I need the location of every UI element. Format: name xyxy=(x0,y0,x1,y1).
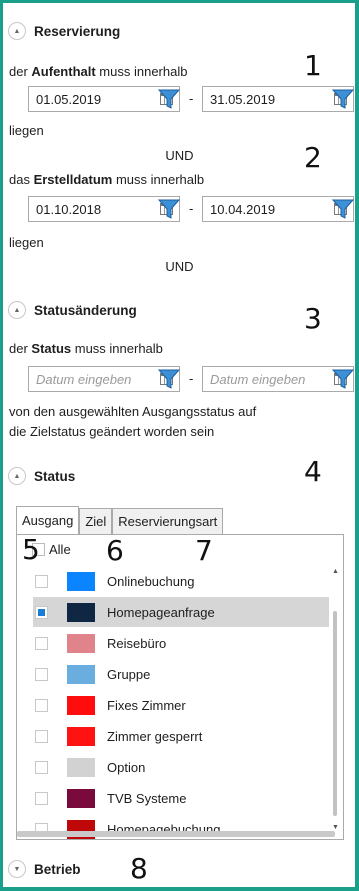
status-item-label: Onlinebuchung xyxy=(107,573,195,589)
annotation-4: 4 xyxy=(304,455,322,488)
tab-ausgang[interactable]: Ausgang xyxy=(16,506,80,534)
chevron-up-icon[interactable]: ▲ xyxy=(8,22,26,40)
funnel-icon[interactable] xyxy=(332,198,354,220)
status-item[interactable]: Onlinebuchung xyxy=(33,566,329,596)
scroll-up-icon[interactable]: ▲ xyxy=(332,568,339,575)
status-item-label: Homepageanfrage xyxy=(107,604,215,620)
section-reservierung-header[interactable]: ▲ Reservierung xyxy=(8,20,120,42)
erstelldatum-suffix: liegen xyxy=(9,235,44,250)
status-item-label: Zimmer gesperrt xyxy=(107,728,203,744)
aufenthalt-suffix: liegen xyxy=(9,123,44,138)
status-item-checkbox[interactable] xyxy=(35,605,48,619)
annotation-5: 5 xyxy=(22,533,40,566)
status-item-label: Option xyxy=(107,759,146,775)
status-color-swatch xyxy=(67,633,95,653)
status-item-checkbox[interactable] xyxy=(35,760,48,774)
annotation-8: 8 xyxy=(130,852,148,885)
und-label: UND xyxy=(165,259,194,274)
status-item-checkbox[interactable] xyxy=(35,636,48,650)
annotation-3: 3 xyxy=(304,302,322,335)
list-scrollbar[interactable]: ▲ ▼ xyxy=(330,566,342,838)
status-tabs: Ausgang Ziel Reservierungsart xyxy=(16,506,224,534)
status-desc-line1: von den ausgewählten Ausgangsstatus auf xyxy=(9,404,257,419)
status-color-swatch xyxy=(67,695,95,715)
funnel-icon[interactable] xyxy=(158,368,180,390)
status-item-label: TVB Systeme xyxy=(107,790,187,806)
tab-ziel[interactable]: Ziel xyxy=(79,508,113,534)
status-item[interactable]: Fixes Zimmer xyxy=(33,690,329,720)
annotation-7: 7 xyxy=(195,534,213,567)
status-item[interactable]: TVB Systeme xyxy=(33,783,329,813)
range-separator: - xyxy=(189,91,194,106)
funnel-icon[interactable] xyxy=(332,368,354,390)
status-item[interactable]: Gruppe xyxy=(33,659,329,689)
funnel-icon[interactable] xyxy=(158,198,180,220)
status-color-swatch xyxy=(67,788,95,808)
chevron-down-icon[interactable]: ▼ xyxy=(8,860,26,878)
status-color-swatch xyxy=(67,664,95,684)
status-item-label: Gruppe xyxy=(107,666,151,682)
erstelldatum-label: das Erstelldatum muss innerhalb xyxy=(9,172,205,187)
section-betrieb-header[interactable]: ▼ Betrieb xyxy=(8,858,81,880)
status-item[interactable]: Option xyxy=(33,752,329,782)
status-item[interactable]: Zimmer gesperrt xyxy=(33,721,329,751)
status-item[interactable]: Homepageanfrage xyxy=(33,597,329,627)
annotation-6: 6 xyxy=(106,534,124,567)
chevron-up-icon[interactable]: ▲ xyxy=(8,301,26,319)
annotation-2: 2 xyxy=(304,141,322,174)
status-desc-line2: die Zielstatus geändert worden sein xyxy=(9,424,215,439)
status-item-label: Reisebüro xyxy=(107,635,167,651)
status-item-checkbox[interactable] xyxy=(35,791,48,805)
status-item-checkbox[interactable] xyxy=(35,729,48,743)
scroll-thumb[interactable] xyxy=(333,611,337,816)
funnel-icon[interactable] xyxy=(332,88,354,110)
status-item-checkbox[interactable] xyxy=(35,574,48,588)
status-item-checkbox[interactable] xyxy=(35,698,48,712)
annotation-1: 1 xyxy=(304,49,322,82)
section-title: Statusänderung xyxy=(34,302,137,318)
status-item[interactable]: Reisebüro xyxy=(33,628,329,658)
section-title: Reservierung xyxy=(34,23,121,39)
section-statusaenderung-header[interactable]: ▲ Statusänderung xyxy=(8,299,137,321)
status-item-label: Fixes Zimmer xyxy=(107,697,186,713)
tab-reservierungsart[interactable]: Reservierungsart xyxy=(112,508,224,534)
scroll-down-icon[interactable]: ▼ xyxy=(332,824,339,831)
section-title: Betrieb xyxy=(34,861,81,877)
status-item-checkbox[interactable] xyxy=(35,667,48,681)
status-color-swatch xyxy=(67,571,95,591)
section-title: Status xyxy=(34,468,76,484)
range-separator: - xyxy=(189,201,194,216)
status-label: der Status muss innerhalb xyxy=(9,341,163,356)
status-color-swatch xyxy=(67,757,95,777)
section-status-header[interactable]: ▲ Status xyxy=(8,465,75,487)
range-separator: - xyxy=(189,371,194,386)
aufenthalt-label: der Aufenthalt muss innerhalb xyxy=(9,64,188,79)
chevron-up-icon[interactable]: ▲ xyxy=(8,467,26,485)
status-color-swatch xyxy=(67,726,95,746)
status-item[interactable]: Homepagebuchung xyxy=(33,814,329,844)
status-color-swatch xyxy=(67,602,95,622)
horizontal-scrollbar[interactable] xyxy=(17,831,335,837)
funnel-icon[interactable] xyxy=(158,88,180,110)
